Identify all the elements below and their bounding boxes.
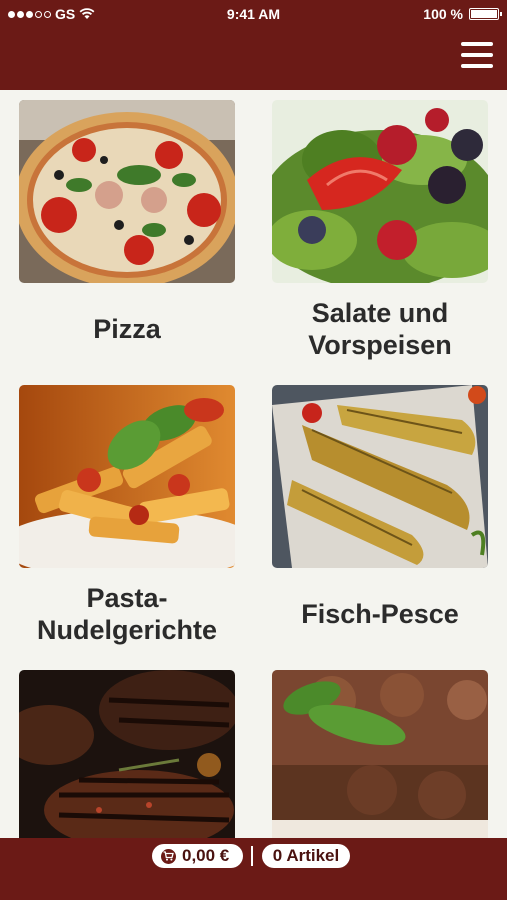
category-tile-fisch[interactable]: Fisch-Pesce — [272, 385, 488, 629]
pasta-image — [19, 385, 235, 568]
status-bar: GS 9:41 AM 100 % — [0, 0, 507, 28]
cart-divider — [251, 846, 253, 866]
dessert-image — [272, 670, 488, 838]
header-bar — [0, 28, 507, 90]
category-tile-pasta[interactable]: Pasta-Nudelgerichte — [19, 385, 235, 645]
category-tile-dessert[interactable] — [272, 670, 488, 838]
category-grid: Pizza Salate und Vorspeisen Pasta-Nudelg… — [0, 90, 507, 838]
category-label-salate: Salate und Vorspeisen — [308, 298, 452, 360]
cart-item-count: 0 Artikel — [272, 846, 340, 865]
steak-image — [19, 670, 235, 838]
cart-total-button[interactable]: 0,00 € — [152, 844, 243, 868]
cart-total: 0,00 € — [182, 846, 230, 865]
category-tile-salate[interactable]: Salate und Vorspeisen — [272, 100, 488, 360]
category-label-pizza: Pizza — [93, 314, 161, 344]
cart-icon — [161, 848, 176, 864]
fish-image — [272, 385, 488, 568]
battery-icon — [469, 8, 502, 20]
category-tile-pizza[interactable]: Pizza — [19, 100, 235, 344]
pizza-image — [19, 100, 235, 283]
hamburger-menu-icon[interactable] — [461, 42, 493, 70]
category-label-fisch: Fisch-Pesce — [301, 599, 459, 629]
battery-status: 100 % — [423, 6, 502, 22]
category-label-pasta: Pasta-Nudelgerichte — [36, 583, 218, 645]
battery-label: 100 % — [423, 6, 463, 22]
cart-bar: 0,00 € 0 Artikel — [0, 838, 507, 900]
salad-image — [272, 100, 488, 283]
cart-items-button[interactable]: 0 Artikel — [262, 844, 350, 868]
category-tile-steak[interactable] — [19, 670, 235, 838]
